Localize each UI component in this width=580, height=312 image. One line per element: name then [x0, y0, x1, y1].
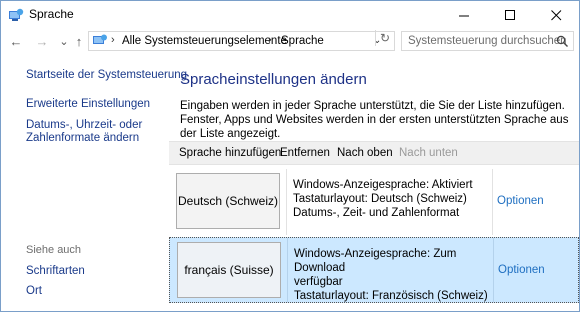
remove-button[interactable]: Entfernen: [280, 147, 330, 159]
up-icon[interactable]: ↑: [71, 33, 87, 49]
language-info-line: Tastaturlayout: Deutsch (Schweiz): [293, 193, 467, 205]
move-down-button[interactable]: Nach unten: [399, 147, 458, 159]
options-link[interactable]: Optionen: [497, 195, 544, 207]
options-link[interactable]: Optionen: [498, 264, 545, 276]
search-placeholder: Systemsteuerung durchsuchen: [408, 35, 567, 47]
language-info-line: Tastaturlayout: Französisch (Schweiz): [294, 290, 488, 302]
language-info-line: Windows-Anzeigesprache: Zum Download: [294, 248, 457, 274]
see-also-heading: Siehe auch: [26, 244, 82, 256]
breadcrumb-separator[interactable]: ›: [111, 34, 115, 46]
control-panel-icon: [9, 8, 24, 21]
add-language-button[interactable]: Sprache hinzufügen: [179, 147, 281, 159]
row-divider: [286, 169, 287, 235]
sidebar-link-line: Zahlenformate ändern: [26, 132, 140, 144]
sidebar-link-date-time-formats[interactable]: Datums-, Uhrzeit- oder Zahlenformate änd…: [26, 119, 142, 145]
sidebar-link-location[interactable]: Ort: [26, 285, 42, 298]
language-info-line: Datums-, Zeit- und Zahlenformat: [293, 207, 460, 219]
sidebar-link-advanced-settings[interactable]: Erweiterte Einstellungen: [26, 98, 150, 111]
language-info-line: Windows-Anzeigesprache: Aktiviert: [293, 179, 473, 191]
recent-locations-icon[interactable]: ⌄: [56, 33, 72, 49]
page-title: Spracheinstellungen ändern: [180, 71, 367, 88]
sidebar-link-line: Datums-, Uhrzeit- oder: [26, 119, 143, 131]
move-up-button[interactable]: Nach oben: [337, 147, 393, 159]
language-info: Windows-Anzeigesprache: Aktiviert Tastat…: [293, 178, 489, 220]
search-icon: [556, 35, 568, 47]
close-icon: [550, 9, 561, 20]
minimize-button[interactable]: [441, 1, 487, 29]
back-icon[interactable]: ←: [8, 33, 24, 49]
refresh-icon[interactable]: ↻: [375, 30, 394, 46]
language-row-selected[interactable]: français (Suisse) Windows-Anzeigesprache…: [169, 237, 579, 303]
language-info: Windows-Anzeigesprache: Zum Download ver…: [294, 247, 490, 303]
page-description: Eingaben werden in jeder Sprache unterst…: [180, 100, 569, 140]
breadcrumb-separator[interactable]: ›: [268, 34, 272, 46]
window-title: Sprache: [29, 7, 74, 21]
row-divider: [492, 169, 493, 235]
language-name-button[interactable]: Deutsch (Schweiz): [176, 173, 280, 229]
language-row[interactable]: Deutsch (Schweiz) Windows-Anzeigesprache…: [169, 169, 579, 235]
address-row: ← → ⌄ ↑ › Alle Systemsteuerungselemente …: [1, 29, 579, 55]
row-divider: [493, 238, 494, 302]
breadcrumb-all-items[interactable]: Alle Systemsteuerungselemente: [122, 35, 287, 47]
sidebar-link-home[interactable]: Startseite der Systemsteuerung: [26, 69, 187, 82]
breadcrumb-language[interactable]: Sprache: [281, 35, 324, 47]
control-panel-icon: [93, 34, 107, 44]
address-bar[interactable]: › Alle Systemsteuerungselemente › Sprach…: [88, 31, 395, 51]
row-divider: [287, 238, 288, 302]
forward-icon[interactable]: →: [34, 33, 50, 49]
language-name-button[interactable]: français (Suisse): [177, 242, 281, 298]
minimize-icon: [458, 15, 469, 16]
language-window: Sprache ← → ⌄ ↑ › Alle Systemsteuerungse…: [0, 0, 580, 312]
maximize-button[interactable]: [487, 1, 533, 29]
close-button[interactable]: [533, 1, 579, 29]
maximize-icon: [504, 9, 515, 20]
sidebar-link-fonts[interactable]: Schriftarten: [26, 265, 85, 278]
search-input[interactable]: Systemsteuerung durchsuchen: [401, 31, 574, 51]
title-bar[interactable]: Sprache: [1, 1, 579, 29]
language-info-line: verfügbar: [294, 276, 343, 288]
language-toolbar: Sprache hinzufügen Entfernen Nach oben N…: [169, 141, 579, 165]
